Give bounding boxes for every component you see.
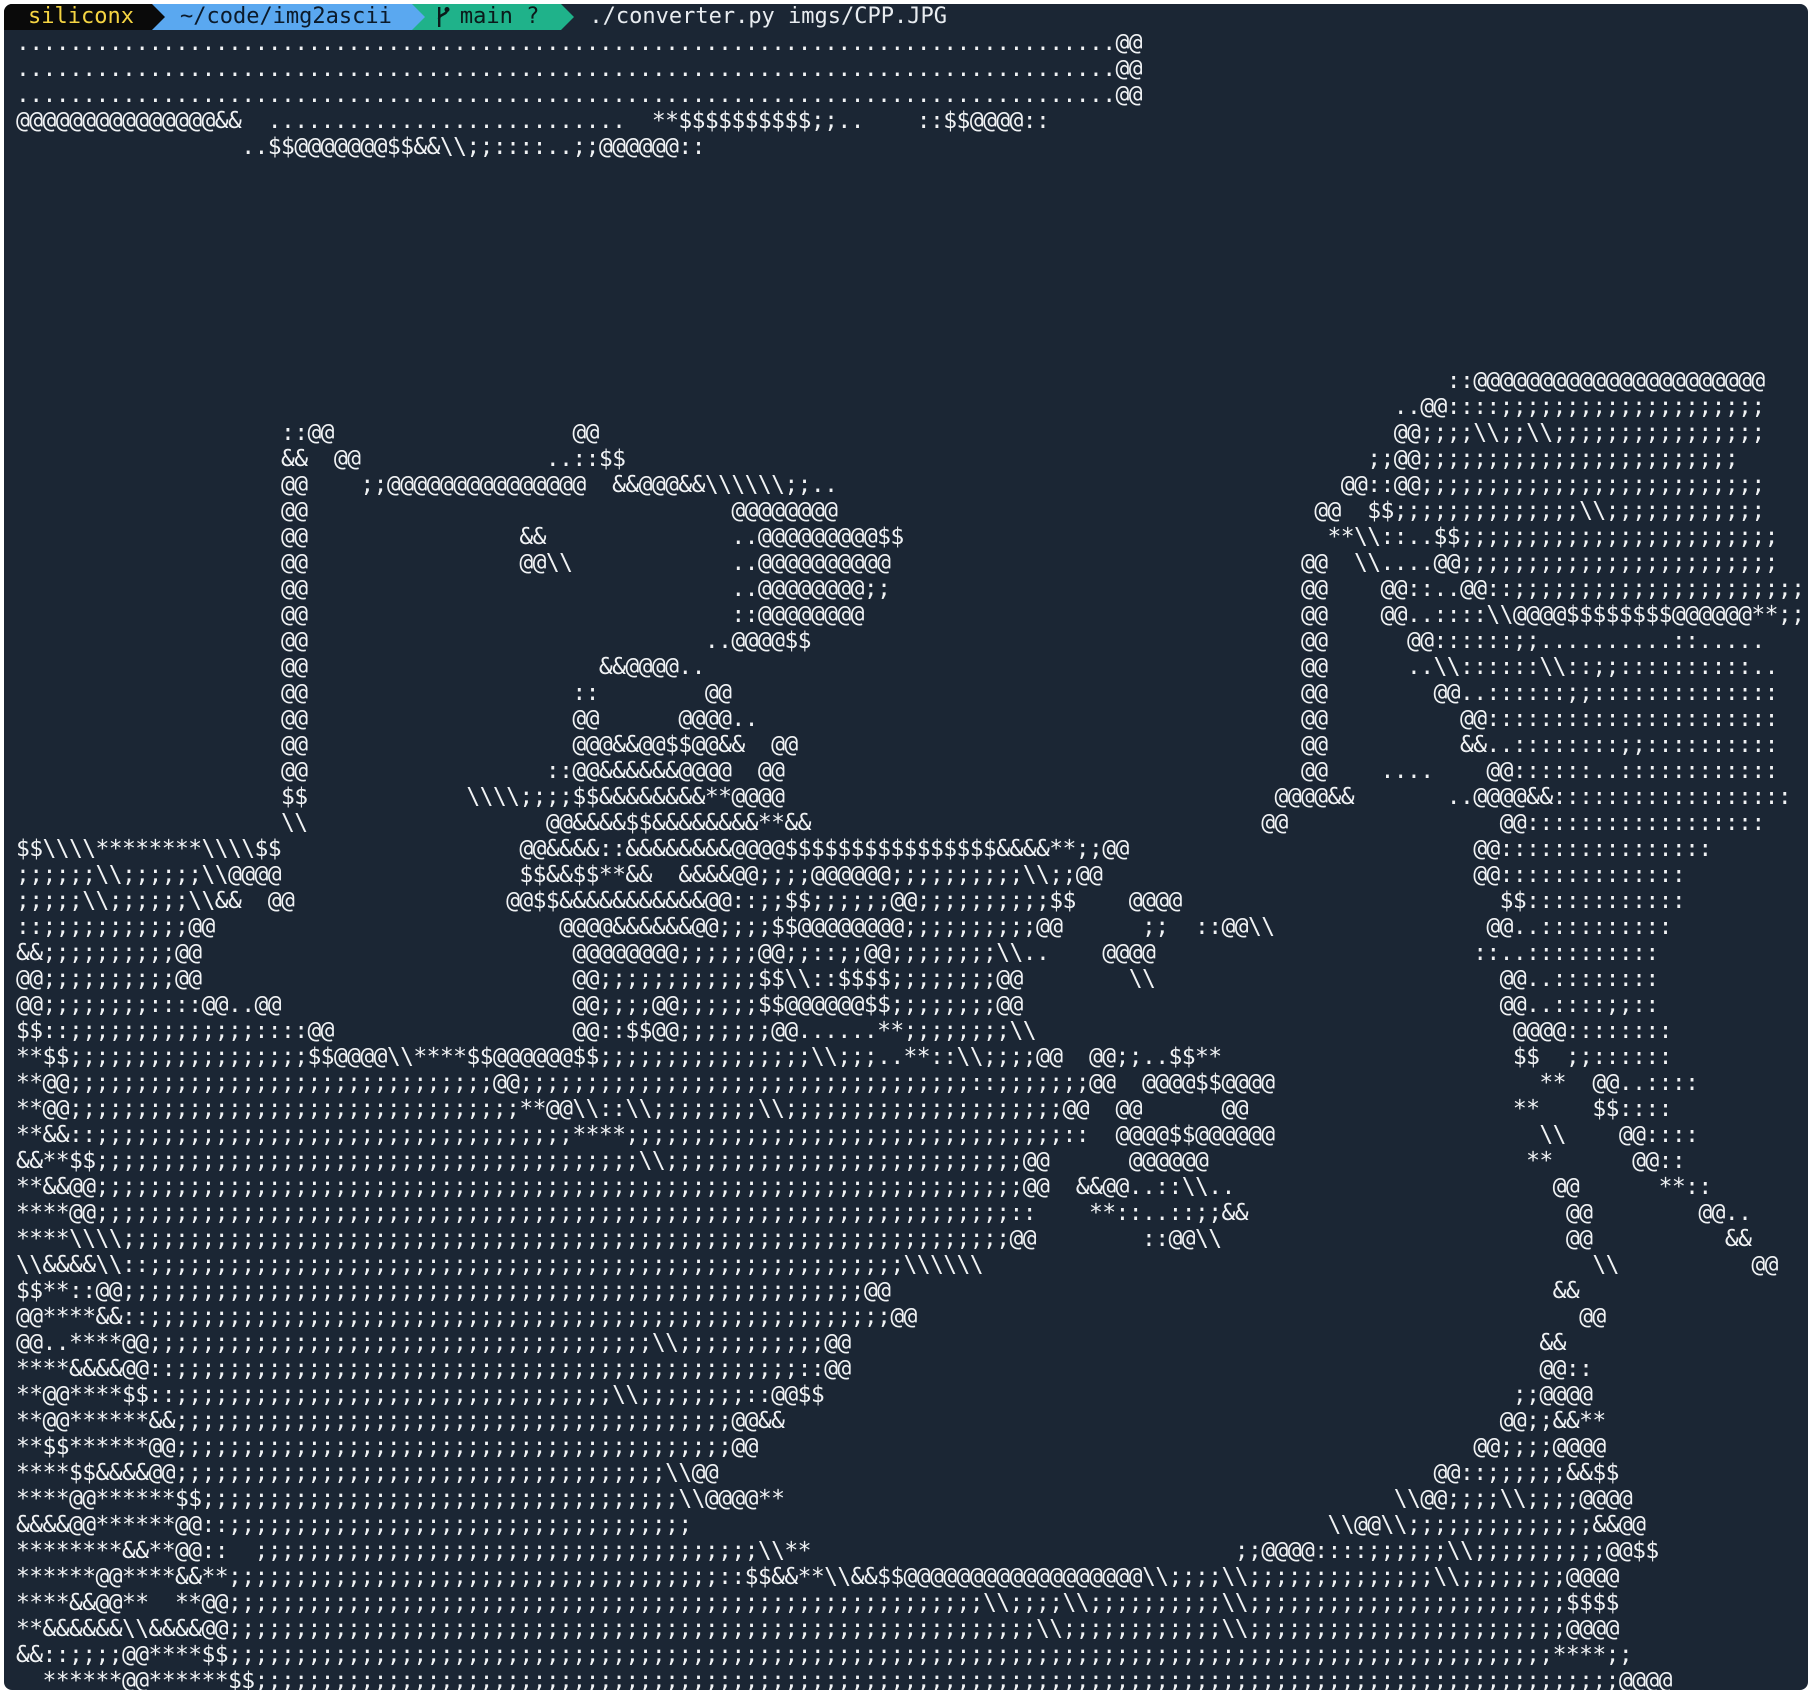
output-line: ........................................… [16,30,1143,56]
prompt-branch: main ? [459,4,540,29]
command: ./converter.py imgs/CPP.JPG [589,4,947,29]
output-line: &&::;;;;@@****$$;;;;;;;;;;;;;;;;;;;;;;;;… [16,1642,1633,1668]
git-branch-icon [437,7,450,27]
output-line: **&&&&&&\\&&&&@@;;;;;;;;;;;;;;;;;;;;;;;;… [16,1616,1620,1642]
output-line: @@ @@\\ ..@@@@@@@@@@ @@ \\....@@;;;;;;;;… [16,550,1779,576]
output-line: ****@@******$$;;;;;;;;;;;;;;;;;;;;;;;;;;… [16,1486,1633,1512]
output-line: @@ ..@@@@$$ @@ @@::::::;;..........::...… [16,628,1765,654]
output-line: @@ @@@&&@@$$@@&& @@ @@ &&..::::::::;;:::… [16,732,1779,758]
output-line: ........................................… [16,56,1143,82]
segment-separator-icon [411,4,425,30]
output-line: @@****&&::;;;;;;;;;;;;;;;;;;;;;;;;;;;;;;… [16,1304,1606,1330]
output-line: @@ &&@@@@.. @@ ..\\::::::\\::;;:::::::::… [16,654,1779,680]
output-line: **@@****$$::;;;;;;;;;;;;;;;;;;;;;;;;;;;;… [16,1382,1593,1408]
segment-separator-icon [151,4,165,30]
output-line: &&**$$;;;;;;;;;;;;;;;;;;;;;;;;;;;;;;;;;;… [16,1148,1686,1174]
output-line: ****@@;;;;;;;;;;;;;;;;;;;;;;;;;;;;;;;;;;… [16,1200,1752,1226]
output-line: @@;;;;;;;;;;@@ @@;;;;;;;;;;;;$$\\::$$$$;… [16,966,1659,992]
prompt-path: ~/code/img2ascii [179,4,392,29]
output-line: ;;;;;;\\;;;;;;\\@@@@ $$&&$$**&& &&&&@@;;… [16,862,1686,888]
output-line: ........................................… [16,82,1143,108]
output-line: **&&@@;;;;;;;;;;;;;;;;;;;;;;;;;;;;;;;;;;… [16,1174,1712,1200]
ascii-art-output: ........................................… [4,30,1808,1690]
output-line: @@ && ..@@@@@@@@@$$ **\\::..$$;;;;;;;;;;… [16,524,1779,550]
output-line: @@@@@@@@@@@@@@@&& ......................… [16,108,1050,134]
output-line: &&&&@@******@@::;;;;;;;;;;;;;;;;;;;;;;;;… [16,1512,1646,1538]
command-text[interactable]: ./converter.py imgs/CPP.JPG [561,4,947,30]
output-line: **$$******@@;;;;;;;;;;;;;;;;;;;;;;;;;;;;… [16,1434,1606,1460]
output-line: **@@;;;;;;;;;;;;;;;;;;;;;;;;;;;;;;;;@@;;… [16,1070,1699,1096]
output-line: ******@@****&&**;;;;;;;;;;;;;;;;;;;;;;;;… [16,1564,1620,1590]
output-line: $$ \\\\;;;;$$&&&&&&&&**@@@@ @@@@&& ..@@@… [16,784,1792,810]
prompt-user: siliconx [28,4,134,29]
output-line: $$\\\\********\\\\$$ @@&&&&::&&&&&&&&@@@… [16,836,1712,862]
output-line: **&&::;;;;;;;;;;;;;;;;;;;;;;;;;;;;;;;;;;… [16,1122,1699,1148]
output-line: @@ ::@@@@@@@@ @@ @@..::::\\@@@@$$$$$$$$@… [16,602,1805,628]
output-line: $$**::@@;;;;;;;;;;;;;;;;;;;;;;;;;;;;;;;;… [16,1278,1580,1304]
output-line: ****\\\\;;;;;;;;;;;;;;;;;;;;;;;;;;;;;;;;… [16,1226,1752,1252]
output-line: ********&&**@@:: ;;;;;;;;;;;;;;;;;;;;;;;… [16,1538,1659,1564]
output-line: \\&&&&\\::;;;;;;;;;;;;;;;;;;;;;;;;;;;;;;… [16,1252,1778,1278]
output-line: ::;;;;;;;;;;;@@ @@@@&&&&&&@@;;;;$$@@@@@@… [16,914,1673,940]
prompt-path-segment: ~/code/img2ascii [151,4,425,30]
output-line: ****$$&&&&@@;;;;;;;;;;;;;;;;;;;;;;;;;;;;… [16,1460,1620,1486]
output-line: ::@@ @@ @@;;;;\\;;\\;;;;;;;;;;;;;;;; [16,420,1765,446]
output-line: @@;;;;;;;;::::@@..@@ @@;;;;@@;;;;;;$$@@@… [16,992,1659,1018]
output-line: @@ @@@@@@@@ @@ $$;;;;;;;;;;;;;;\\;;;;;;;… [16,498,1765,524]
output-line: ;;;;;\\;;;;;;\\&& @@ @@$$&&&&&&&&&&&@@::… [16,888,1686,914]
output-line: ::@@@@@@@@@@@@@@@@@@@@@@ [16,368,1766,394]
shell-prompt: siliconx ~/code/img2ascii main ? ./conve… [4,4,1808,30]
output-line: **$$;;;;;;;;;;;;;;;;;;$$@@@@\\****$$@@@@… [16,1044,1673,1070]
output-line: &&;;;;;;;;;;@@ @@@@@@@@;;;;;;@@;;::;;@@;… [16,940,1659,966]
output-line: ..@@::::;;;;;;;;;;;;;;;;;;;; [16,394,1766,420]
output-line: **@@;;;;;;;;;;;;;;;;;;;;;;;;;;;;;;;;;;**… [16,1096,1673,1122]
prompt-user-segment: siliconx [4,4,165,30]
output-line: @@ ::@@&&&&&&@@@@ @@ @@ .... @@::::::..:… [16,758,1779,784]
output-line: @@..****@@;;;;;;;;;;;;;;;;;;;;;;;;;;;;;;… [16,1330,1567,1356]
output-line: **@@******&&;;;;;;;;;;;;;;;;;;;;;;;;;;;;… [16,1408,1606,1434]
output-line: ****&&&&@@::;;;;;;;;;;;;;;;;;;;;;;;;;;;;… [16,1356,1593,1382]
output-line: && @@ ..::$$ ;;@@;;;;;;;;;;;;;;;;;;;;;;;… [16,446,1739,472]
segment-separator-icon [561,4,575,30]
terminal-window: siliconx ~/code/img2ascii main ? ./conve… [4,4,1808,1690]
prompt-git-segment: main ? [411,4,575,30]
output-line: @@ @@ @@@@.. @@ @@:::::::::::::::::::::: [16,706,1779,732]
output-line: ..$$@@@@@@@$$&&\\;;::::..;;@@@@@@:: [16,134,705,160]
output-line: @@ ;;@@@@@@@@@@@@@@@ &&@@@&&\\\\\\;;.. @… [16,472,1765,498]
output-line: \\ @@&&&&$$&&&&&&&&**&& @@ @@:::::::::::… [16,810,1765,836]
output-line: ******@@******$$;;;;;;;;;;;;;;;;;;;;;;;;… [16,1668,1672,1690]
output-line: @@ ..@@@@@@@@;; @@ @@::..@@::;;;;;;;;;;;… [16,576,1805,602]
output-line: ****&&@@** **@@;;;;;;;;;;;;;;;;;;;;;;;;;… [16,1590,1620,1616]
output-line: $$::;;;;;;;;;;;;;;::::@@ @@::$$@@;;;;;;;… [16,1018,1673,1044]
output-line: @@ :: @@ @@ @@..::::::;;:::::::::::::: [16,680,1779,706]
